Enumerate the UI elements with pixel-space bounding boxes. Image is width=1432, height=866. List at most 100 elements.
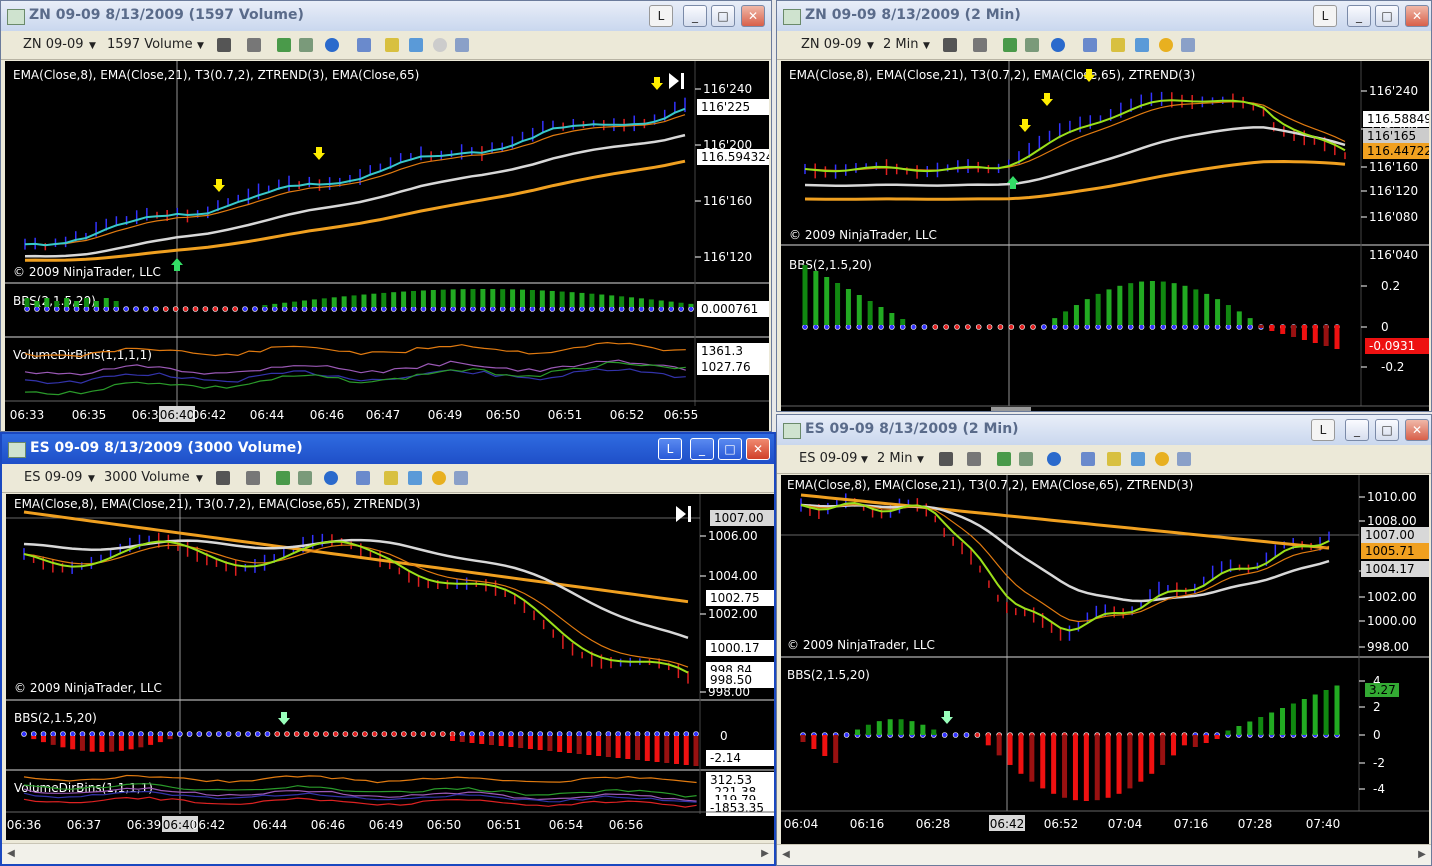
chevron-down-icon[interactable]: ▼ xyxy=(196,474,203,484)
title-bar[interactable]: ES 09-09 8/13/2009 (3000 Volume) L _ □ ✕ xyxy=(2,434,774,465)
currency-icon[interactable] xyxy=(432,471,446,485)
chevron-down-icon[interactable]: ▼ xyxy=(89,41,96,51)
bar-type-icon[interactable] xyxy=(216,471,230,485)
bbs-value-tag: 0.000761 xyxy=(701,302,758,316)
zoom-out-icon[interactable] xyxy=(298,471,312,485)
yellow-arrow-icon xyxy=(213,179,225,192)
strategy-icon[interactable] xyxy=(1111,38,1125,52)
list-icon[interactable] xyxy=(1181,38,1195,52)
properties-icon[interactable] xyxy=(1083,38,1097,52)
period-selector[interactable]: 3000 Volume xyxy=(104,470,190,485)
globe-icon[interactable] xyxy=(1047,452,1061,466)
chevron-down-icon[interactable]: ▼ xyxy=(861,455,868,465)
close-button[interactable]: ✕ xyxy=(741,5,765,27)
minimize-button[interactable]: _ xyxy=(1345,419,1369,441)
bar-type-icon[interactable] xyxy=(939,452,953,466)
indicators-icon[interactable] xyxy=(408,471,422,485)
chart-panel[interactable]: EMA(Close,8), EMA(Close,21), T3(0.7,2), … xyxy=(781,61,1429,411)
maximize-button[interactable]: □ xyxy=(1375,5,1399,27)
link-button[interactable]: L xyxy=(1311,419,1335,441)
scroll-right-icon[interactable]: ▶ xyxy=(1415,848,1429,862)
strategy-icon[interactable] xyxy=(384,471,398,485)
strategy-icon[interactable] xyxy=(1107,452,1121,466)
currency-icon[interactable] xyxy=(1155,452,1169,466)
title-bar[interactable]: ES 09-09 8/13/2009 (2 Min) L _ □ ✕ xyxy=(777,415,1431,446)
strategy-icon[interactable] xyxy=(385,38,399,52)
instrument-selector[interactable]: ZN 09-09 xyxy=(23,37,84,52)
bar-type-icon[interactable] xyxy=(943,38,957,52)
list-icon[interactable] xyxy=(455,38,469,52)
zoom-in-icon[interactable] xyxy=(276,471,290,485)
chevron-down-icon[interactable]: ▼ xyxy=(88,474,95,484)
maximize-button[interactable]: □ xyxy=(711,5,735,27)
horizontal-scrollbar[interactable]: ◀ ▶ xyxy=(2,843,774,864)
zoom-out-icon[interactable] xyxy=(1019,452,1033,466)
link-button[interactable]: L xyxy=(649,5,673,27)
indicators-icon[interactable] xyxy=(1135,38,1149,52)
horizontal-scrollbar[interactable]: ◀ ▶ xyxy=(777,844,1431,865)
drawing-tool-icon[interactable] xyxy=(967,452,981,466)
chevron-down-icon[interactable]: ▼ xyxy=(923,41,930,51)
title-bar[interactable]: ZN 09-09 8/13/2009 (2 Min) L _ □ ✕ xyxy=(777,1,1431,32)
chart-panel[interactable]: EMA(Close,8), EMA(Close,21), T3(0.7,2), … xyxy=(781,475,1429,845)
indicators-icon[interactable] xyxy=(1131,452,1145,466)
drawing-tool-icon[interactable] xyxy=(973,38,987,52)
es-2min-chart[interactable]: EMA(Close,8), EMA(Close,21), T3(0.7,2), … xyxy=(781,475,1429,845)
close-button[interactable]: ✕ xyxy=(1405,5,1429,27)
minimize-button[interactable]: _ xyxy=(1347,5,1371,27)
scroll-left-icon[interactable]: ◀ xyxy=(4,847,18,861)
bbs-dot xyxy=(440,306,447,312)
bbs-bar xyxy=(500,289,506,307)
minimize-button[interactable]: _ xyxy=(690,438,714,460)
zoom-in-icon[interactable] xyxy=(997,452,1011,466)
zoom-out-icon[interactable] xyxy=(299,38,313,52)
window-zn-2min[interactable]: ZN 09-09 8/13/2009 (2 Min) L _ □ ✕ ZN 09… xyxy=(776,0,1432,412)
window-zn-volume[interactable]: ZN 09-09 8/13/2009 (1597 Volume) L _ □ ✕… xyxy=(0,0,772,432)
title-bar[interactable]: ZN 09-09 8/13/2009 (1597 Volume) L _ □ ✕ xyxy=(1,1,771,32)
window-es-2min[interactable]: ES 09-09 8/13/2009 (2 Min) L _ □ ✕ ES 09… xyxy=(776,414,1432,866)
maximize-button[interactable]: □ xyxy=(1375,419,1399,441)
chart-panel[interactable]: EMA(Close,8), EMA(Close,21), T3(0.7,2), … xyxy=(6,494,774,840)
bar-type-icon[interactable] xyxy=(217,38,231,52)
minimize-button[interactable]: _ xyxy=(683,5,707,27)
bbs-bar xyxy=(688,303,694,307)
chevron-down-icon[interactable]: ▼ xyxy=(917,455,924,465)
properties-icon[interactable] xyxy=(356,471,370,485)
period-selector[interactable]: 1597 Volume xyxy=(107,37,193,52)
chevron-down-icon[interactable]: ▼ xyxy=(197,41,204,51)
period-selector[interactable]: 2 Min xyxy=(883,37,918,52)
globe-icon[interactable] xyxy=(1051,38,1065,52)
maximize-button[interactable]: □ xyxy=(718,438,742,460)
zn-2min-chart[interactable]: EMA(Close,8), EMA(Close,21), T3(0.7,2), … xyxy=(781,61,1429,411)
chevron-down-icon[interactable]: ▼ xyxy=(867,41,874,51)
zoom-in-icon[interactable] xyxy=(1003,38,1017,52)
link-button[interactable]: L xyxy=(1313,5,1337,27)
drawing-tool-icon[interactable] xyxy=(246,471,260,485)
link-button[interactable]: L xyxy=(658,438,682,460)
properties-icon[interactable] xyxy=(357,38,371,52)
chart-panel[interactable]: EMA(Close,8), EMA(Close,21), T3(0.7,2), … xyxy=(5,61,769,431)
instrument-selector[interactable]: ES 09-09 xyxy=(24,470,82,485)
scroll-left-icon[interactable]: ◀ xyxy=(779,848,793,862)
globe-icon[interactable] xyxy=(325,38,339,52)
es-volume-chart[interactable]: EMA(Close,8), EMA(Close,21), T3(0.7,2), … xyxy=(6,494,774,840)
indicators-icon[interactable] xyxy=(409,38,423,52)
drawing-tool-icon[interactable] xyxy=(247,38,261,52)
data-box-icon[interactable] xyxy=(433,38,447,52)
list-icon[interactable] xyxy=(1177,452,1191,466)
close-button[interactable]: ✕ xyxy=(746,438,770,460)
period-selector[interactable]: 2 Min xyxy=(877,451,912,466)
currency-icon[interactable] xyxy=(1159,38,1173,52)
instrument-selector[interactable]: ZN 09-09 xyxy=(801,37,862,52)
bbs-dot xyxy=(1203,324,1210,330)
close-button[interactable]: ✕ xyxy=(1405,419,1429,441)
zoom-out-icon[interactable] xyxy=(1025,38,1039,52)
globe-icon[interactable] xyxy=(324,471,338,485)
scroll-right-icon[interactable]: ▶ xyxy=(758,847,772,861)
instrument-selector[interactable]: ES 09-09 xyxy=(799,451,857,466)
window-es-volume[interactable]: ES 09-09 8/13/2009 (3000 Volume) L _ □ ✕… xyxy=(0,432,776,866)
zoom-in-icon[interactable] xyxy=(277,38,291,52)
list-icon[interactable] xyxy=(454,471,468,485)
properties-icon[interactable] xyxy=(1081,452,1095,466)
zn-volume-chart[interactable]: EMA(Close,8), EMA(Close,21), T3(0.7,2), … xyxy=(5,61,769,431)
